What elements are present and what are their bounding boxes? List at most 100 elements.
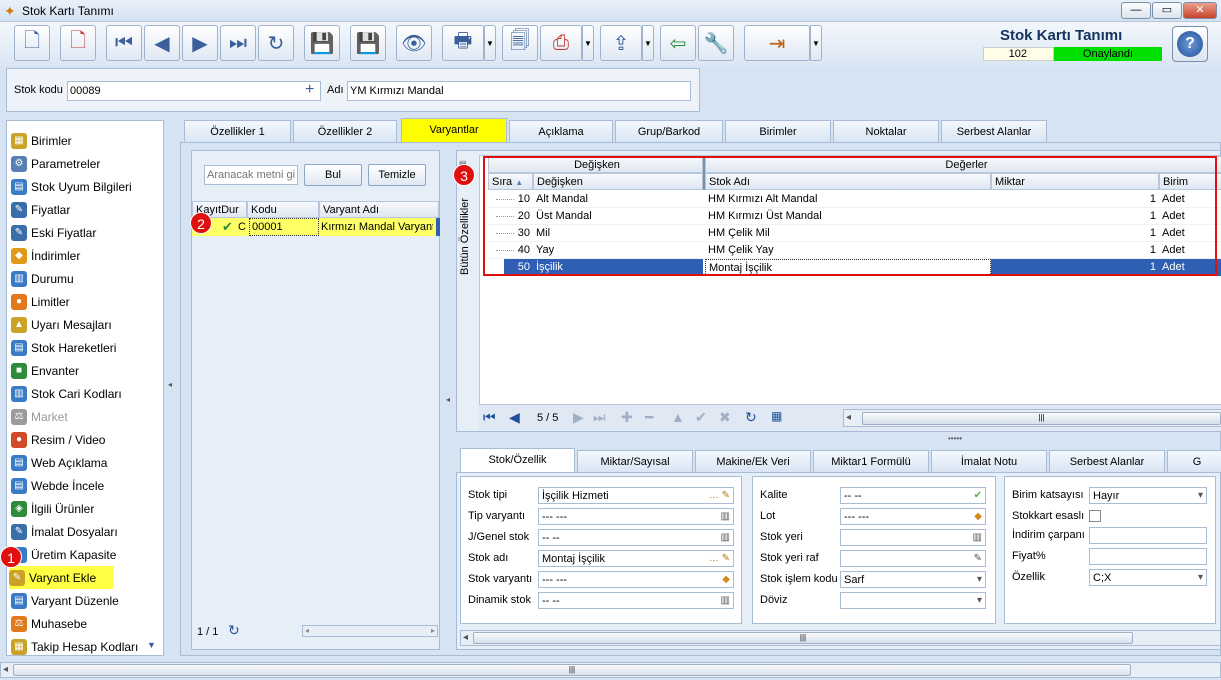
next-record-icon[interactable]: ▶ [182,25,218,61]
confirm-icon[interactable]: ✔ [695,409,707,426]
nav-item-5[interactable]: ◆ İndirimler [11,244,161,267]
nav-item-22[interactable]: ▦ Takip Hesap Kodları [11,635,161,658]
nav-item-3[interactable]: ✎ Fiyatlar [11,198,161,221]
grid-settings-icon[interactable]: ▦ [771,409,782,423]
nav-item-21[interactable]: ⚖ Muhasebe [11,612,161,635]
bottom-tab-3[interactable]: Miktar1 Formülü [813,450,929,472]
grid-hscroll[interactable]: ◂ ||| [843,409,1221,427]
form2-field-1[interactable]: --- --- ◆ [840,508,986,525]
first-record-icon[interactable]: ⏮ [106,25,142,61]
bottom-tab-4[interactable]: İmalat Notu [931,450,1047,472]
bottom-tab-1[interactable]: Miktar/Sayısal [577,450,693,472]
preview-icon[interactable]: 👁 [396,25,432,61]
nav-item-0[interactable]: ▦ Birimler [11,129,161,152]
nav-item-8[interactable]: ▲ Uyarı Mesajları [11,313,161,336]
edit-icon[interactable]: ✎ [974,552,982,566]
form2-field-5[interactable]: ▾ [840,592,986,609]
tools-icon[interactable]: 🔧 [698,25,734,61]
nav-item-7[interactable]: ● Limitler [11,290,161,313]
nav-item-20[interactable]: ▤ Varyant Düzenle [11,589,161,612]
tab-5[interactable]: Birimler [725,120,831,142]
nav-item-15[interactable]: ▤ Webde İncele [11,474,161,497]
col-varyant-adi[interactable]: Varyant Adı [319,201,439,218]
tab-2[interactable]: Varyantlar [401,118,507,142]
tab-4[interactable]: Grup/Barkod [615,120,723,142]
check-icon[interactable]: ✔ [974,489,982,503]
previous-record-icon[interactable]: ◀ [144,25,180,61]
nav-item-12[interactable]: ⚖ Market [11,405,161,428]
form1-field-4[interactable]: --- --- ◆ [538,571,734,588]
minimize-button[interactable]: — [1121,2,1151,19]
lookup-icon[interactable]: ▥ [721,594,730,608]
stok-kodu-input[interactable]: 00089 [67,81,321,101]
pdf-export-icon[interactable]: ⎙ [540,25,582,61]
form2-field-3[interactable]: ✎ [840,550,986,567]
adi-input[interactable]: YM Kırmızı Mandal [347,81,691,101]
tab-6[interactable]: Noktalar [833,120,939,142]
nav-item-17[interactable]: ✎ İmalat Dosyaları [11,520,161,543]
tag-icon[interactable]: ◆ [974,510,982,524]
form1-field-3[interactable]: Montaj İşçilik … ✎ [538,550,734,567]
main-hscroll[interactable]: ◂ ||| [0,662,1221,678]
lookup-icon[interactable]: ▥ [721,531,730,545]
dropdown-icon[interactable]: ▾ [1198,489,1203,503]
lookup-icon[interactable]: ▥ [721,510,730,524]
nav-item-4[interactable]: ✎ Eski Fiyatlar [11,221,161,244]
nav-item-10[interactable]: ■ Envanter [11,359,161,382]
dropdown-icon[interactable]: ▾ [977,573,982,587]
export-icon[interactable]: ⇪ [600,25,642,61]
nav-item-2[interactable]: ▤ Stok Uyum Bilgileri [11,175,161,198]
form1-field-0[interactable]: İşçilik Hizmeti … ✎ [538,487,734,504]
variant-row[interactable]: ✔ C 00001 Kırmızı Mandal Varyantı [192,218,439,236]
prev-row-icon[interactable]: ◀ [509,409,520,426]
grid-refresh-icon[interactable]: ↻ [745,409,757,426]
form3-field-3[interactable] [1089,548,1207,565]
form3-field-0[interactable]: Hayır ▾ [1089,487,1207,504]
first-row-icon[interactable]: ⏮ [483,409,496,426]
dropdown-icon[interactable]: ▾ [977,594,982,608]
print-dropdown-icon[interactable]: ▼ [484,25,496,61]
bottom-tab-5[interactable]: Serbest Alanlar [1049,450,1165,472]
nav-scroll-down-icon[interactable]: ▼ [147,640,156,650]
cancel-icon[interactable]: ✖ [719,409,731,426]
clear-button[interactable]: Temizle [368,164,426,186]
last-record-icon[interactable]: ⏭ [220,25,256,61]
copy-document-icon[interactable]: 🗐 [502,25,538,61]
nav-item-19[interactable]: ✎ Varyant Ekle [9,566,113,589]
search-input[interactable] [204,165,298,185]
last-row-icon[interactable]: ⏭ [593,409,606,426]
tab-3[interactable]: Açıklama [509,120,613,142]
plus-icon[interactable]: + [305,81,314,99]
nav-item-11[interactable]: ▥ Stok Cari Kodları [11,382,161,405]
bottom-tab-0[interactable]: Stok/Özellik [460,448,575,473]
nav-item-18[interactable]: ✦Üretim Kapasite [11,543,161,566]
edit-icon[interactable]: … ✎ [709,489,730,503]
find-button[interactable]: Bul [304,164,362,186]
nav-item-16[interactable]: ◈ İlgili Ürünler [11,497,161,520]
nav-item-6[interactable]: ▥ Durumu [11,267,161,290]
add-row-icon[interactable]: ✚ [621,409,633,426]
move-up-icon[interactable]: ▲ [671,409,685,425]
splitter-arrow-icon[interactable]: ◂ [446,395,450,404]
form-hscroll[interactable]: ◂ ||| [460,630,1221,646]
remove-row-icon[interactable]: ━ [645,409,653,426]
form2-field-4[interactable]: Sarf ▾ [840,571,986,588]
form1-field-1[interactable]: --- --- ▥ [538,508,734,525]
new-document-icon[interactable]: 🗋 [14,25,50,61]
bottom-tab-2[interactable]: Makine/Ek Veri [695,450,811,472]
print-icon[interactable]: 🖶 [442,25,484,61]
pdf-dropdown-icon[interactable]: ▼ [582,25,594,61]
tag-icon[interactable]: ◆ [722,573,730,587]
lookup-icon[interactable]: ▥ [973,531,982,545]
refresh-icon[interactable]: ↻ [258,25,294,61]
tab-7[interactable]: Serbest Alanlar [941,120,1047,142]
bottom-tab-6[interactable]: G [1167,450,1221,472]
variant-hscroll[interactable]: ◂ ▸ [302,625,438,637]
col-kodu[interactable]: Kodu [247,201,319,218]
save-icon[interactable]: 💾 [304,25,340,61]
nav-item-9[interactable]: ▤ Stok Hareketleri [11,336,161,359]
delete-document-icon[interactable]: 🗋 [60,25,96,61]
exit-dropdown-icon[interactable]: ▼ [810,25,822,61]
nav-item-14[interactable]: ▤ Web Açıklama [11,451,161,474]
checkbox[interactable] [1089,510,1101,522]
